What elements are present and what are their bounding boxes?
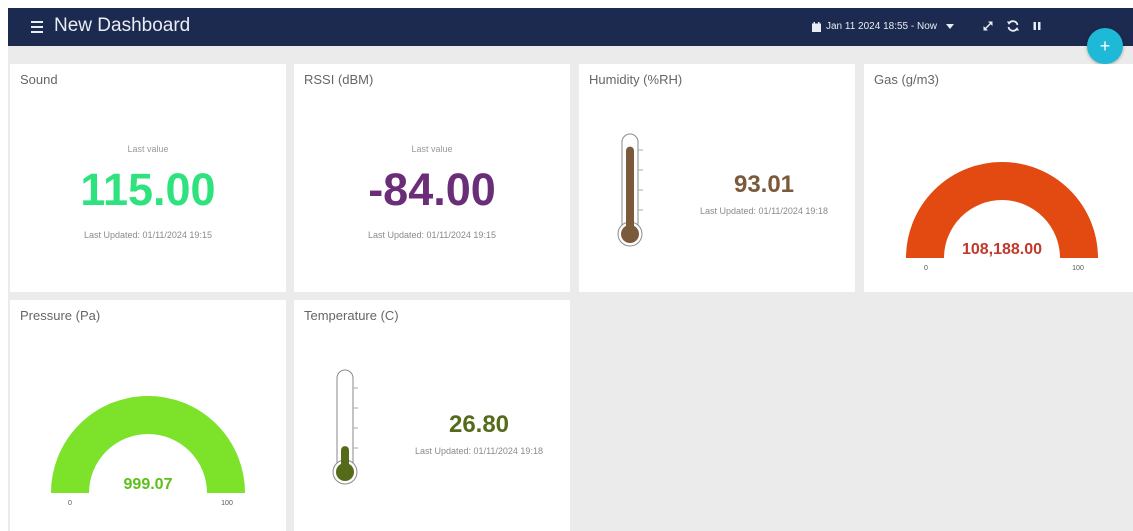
pause-icon[interactable]	[1030, 19, 1044, 33]
last-value: -84.00	[368, 164, 496, 215]
gauge-max-label: 100	[1072, 265, 1084, 272]
widget-temperature[interactable]: Temperature (C) 26.80 Last Updated: 01/1…	[294, 300, 570, 531]
date-range-label: Jan 11 2024 18:55 - Now	[826, 21, 938, 32]
menu-icon	[31, 21, 43, 23]
thermometer-icon	[617, 133, 643, 247]
thermometer-bulb	[336, 463, 354, 481]
last-value: 115.00	[80, 164, 216, 215]
widget-title: RSSI (dBM)	[304, 72, 374, 87]
thermometer-bulb	[621, 225, 639, 243]
chevron-down-icon	[946, 23, 955, 29]
gauge-chart: 108,188.00 0 100	[906, 162, 1098, 272]
gauge-value: 108,188.00	[962, 241, 1042, 258]
dashboard-frame: New Dashboard Jan 11 2024 18:55 - Now + …	[8, 8, 1133, 531]
menu-icon	[31, 26, 43, 28]
date-range-picker[interactable]: Jan 11 2024 18:55 - Now	[812, 21, 955, 32]
plus-icon: +	[1099, 36, 1111, 56]
menu-icon	[31, 31, 43, 33]
widget-title: Humidity (%RH)	[589, 72, 683, 87]
refresh-icon[interactable]	[1006, 19, 1020, 33]
widget-title: Temperature (C)	[304, 308, 399, 323]
calendar-icon	[812, 21, 821, 32]
menu-button[interactable]	[28, 17, 48, 37]
gauge-min-label: 0	[924, 265, 928, 272]
thermometer-icon	[332, 369, 358, 485]
temperature-value: 26.80	[448, 411, 510, 438]
widget-pressure[interactable]: Pressure (Pa) 999.07 0 100	[10, 300, 286, 531]
widget-gas[interactable]: Gas (g/m3) 108,188.00 0 100	[864, 64, 1133, 292]
humidity-value: 93.01	[733, 171, 795, 198]
top-bar: New Dashboard Jan 11 2024 18:55 - Now	[8, 8, 1133, 46]
widget-title: Sound	[20, 72, 58, 87]
gauge-max-label: 100	[221, 500, 233, 507]
last-value-caption: Last value	[411, 144, 453, 154]
last-updated-text: Last Updated: 01/11/2024 19:18	[415, 446, 543, 456]
mercury-fill	[626, 146, 634, 234]
last-updated-text: Last Updated: 01/11/2024 19:15	[84, 230, 212, 240]
gauge-value: 999.07	[124, 476, 173, 493]
last-value-caption: Last value	[127, 144, 169, 154]
widget-humidity[interactable]: Humidity (%RH) 93.01 Last Updated: 01/11…	[579, 64, 855, 292]
widget-sound[interactable]: Sound Last value 115.00 Last Updated: 01…	[10, 64, 286, 292]
dashboard-title: New Dashboard	[54, 15, 191, 36]
gauge-min-label: 0	[68, 500, 72, 507]
gauge-chart: 999.07 0 100	[51, 396, 245, 507]
add-widget-button[interactable]: +	[1087, 28, 1123, 64]
last-updated-text: Last Updated: 01/11/2024 19:15	[368, 230, 496, 240]
last-updated-text: Last Updated: 01/11/2024 19:18	[700, 206, 828, 216]
fullscreen-icon[interactable]	[981, 19, 995, 33]
widget-rssi[interactable]: RSSI (dBM) Last value -84.00 Last Update…	[294, 64, 570, 292]
